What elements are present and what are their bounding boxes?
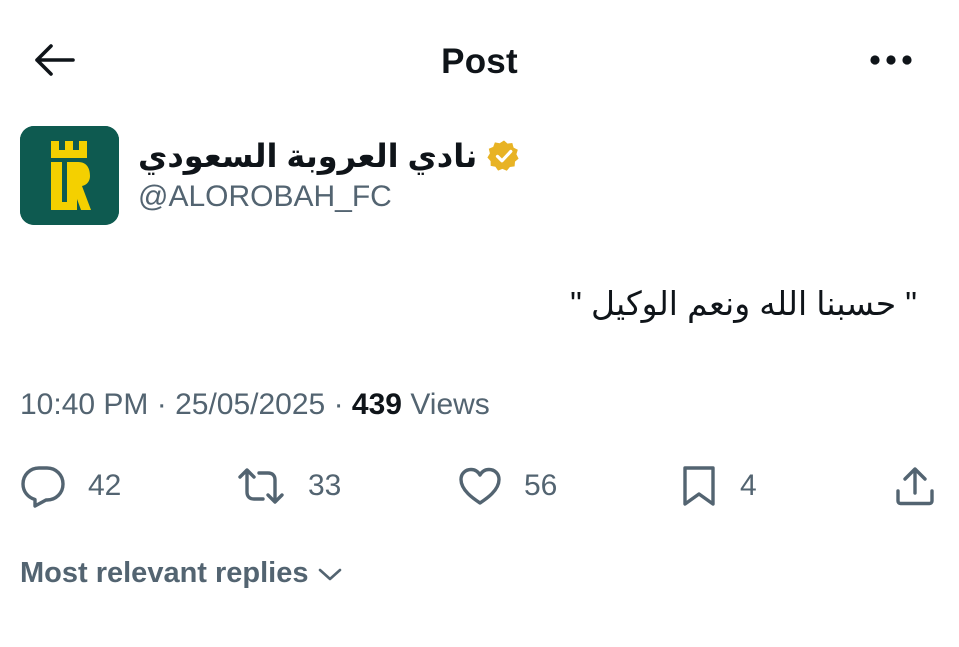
chevron-down-icon xyxy=(317,565,343,583)
views-label: Views xyxy=(401,388,490,421)
bookmark-count: 4 xyxy=(740,469,757,502)
post-time[interactable]: 10:40 PM xyxy=(20,388,148,421)
post-header: Post xyxy=(0,0,959,124)
repost-button[interactable]: 33 xyxy=(236,459,341,513)
post-actions-bar: 42 33 56 4 xyxy=(20,459,940,513)
heart-icon xyxy=(458,466,502,506)
bookmark-icon xyxy=(680,464,718,508)
share-button[interactable] xyxy=(894,459,936,513)
repost-icon xyxy=(236,466,286,506)
reply-count: 42 xyxy=(88,469,122,502)
like-count: 56 xyxy=(524,469,558,502)
post-meta: 10:40 PM · 25/05/2025 · 439 Views xyxy=(20,388,490,422)
post-date[interactable]: 25/05/2025 xyxy=(175,388,325,421)
reply-button[interactable]: 42 xyxy=(20,459,121,513)
club-logo xyxy=(20,126,119,225)
share-icon xyxy=(894,465,936,507)
more-options-button[interactable] xyxy=(861,44,921,80)
avatar[interactable] xyxy=(20,126,119,225)
author-name-row: نادي العروبة السعودي xyxy=(138,134,521,178)
page-title: Post xyxy=(441,42,518,81)
post-author: نادي العروبة السعودي @ALOROBAH_FC xyxy=(20,126,620,226)
replies-sort-label: Most relevant replies xyxy=(20,557,309,589)
replies-sort-dropdown[interactable]: Most relevant replies xyxy=(20,557,343,590)
views-count: 439 xyxy=(351,388,402,421)
author-display-name[interactable]: نادي العروبة السعودي xyxy=(138,137,477,175)
verified-badge-icon xyxy=(487,139,521,173)
meta-separator: · xyxy=(325,388,352,421)
meta-separator: · xyxy=(148,388,176,421)
post-text: " حسبنا الله ونعم الوكيل " xyxy=(570,285,917,322)
bookmark-button[interactable]: 4 xyxy=(680,459,757,513)
reply-icon xyxy=(20,464,66,508)
like-button[interactable]: 56 xyxy=(458,459,557,513)
repost-count: 33 xyxy=(308,469,342,502)
more-horizontal-icon xyxy=(869,53,913,71)
author-handle[interactable]: @ALOROBAH_FC xyxy=(138,180,392,214)
